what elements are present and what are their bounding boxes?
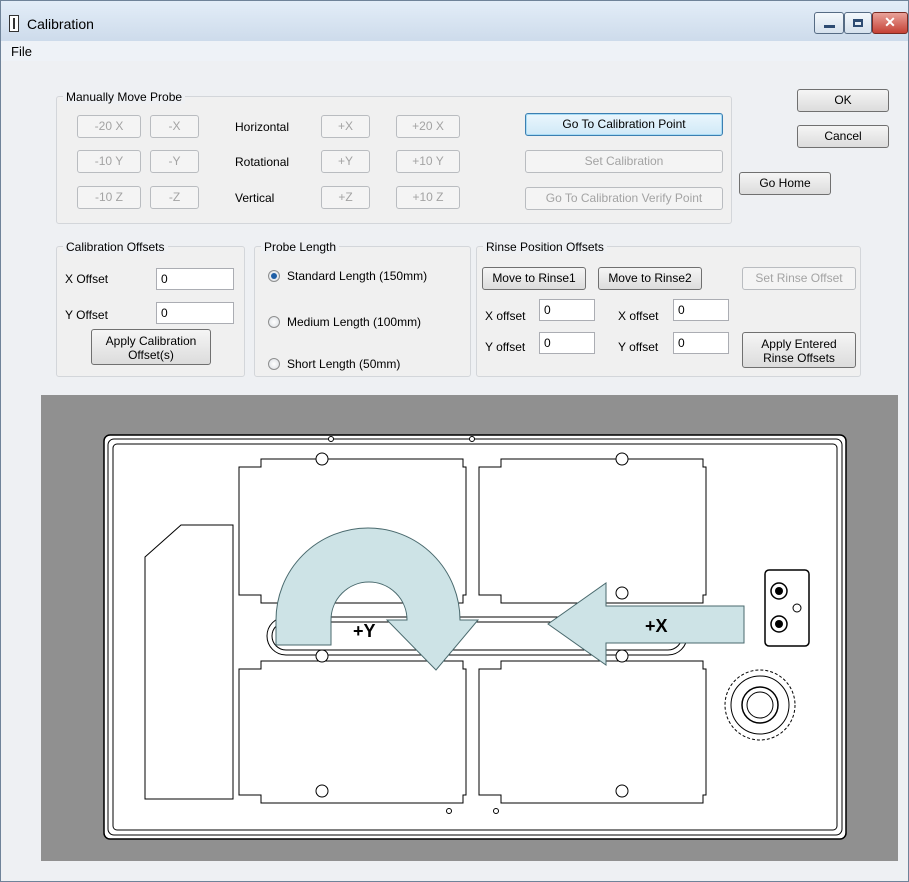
y-arrow-label: +Y bbox=[353, 621, 376, 641]
rinse1-x-offset-field[interactable] bbox=[539, 299, 595, 321]
rinse-port-block bbox=[764, 569, 810, 647]
go-home-button[interactable]: Go Home bbox=[739, 172, 831, 195]
go-to-calibration-point-button[interactable]: Go To Calibration Point bbox=[525, 113, 723, 136]
well-top-right bbox=[478, 458, 707, 604]
manual-move-legend: Manually Move Probe bbox=[63, 90, 186, 104]
close-icon: ✕ bbox=[884, 14, 896, 30]
locator-hole bbox=[315, 784, 329, 798]
title-bar[interactable]: Calibration ✕ bbox=[1, 1, 908, 41]
rinse-port-hole bbox=[792, 603, 802, 613]
apply-calibration-line1: Apply Calibration bbox=[105, 334, 197, 348]
radio-button-checked[interactable] bbox=[268, 270, 280, 282]
minus-20x-button[interactable]: -20 X bbox=[77, 115, 141, 138]
vertical-label: Vertical bbox=[235, 191, 275, 205]
edge-marker bbox=[446, 808, 452, 814]
apply-rinse-line1: Apply Entered bbox=[761, 337, 837, 351]
minimize-button[interactable] bbox=[814, 12, 844, 34]
close-button[interactable]: ✕ bbox=[872, 12, 908, 34]
set-rinse-offset-button[interactable]: Set Rinse Offset bbox=[742, 267, 856, 290]
minus-z-button[interactable]: -Z bbox=[150, 186, 199, 209]
minus-10y-button[interactable]: -10 Y bbox=[77, 150, 141, 173]
calibration-offsets-group: Calibration Offsets X Offset Y Offset Ap… bbox=[56, 240, 245, 377]
minus-10z-button[interactable]: -10 Z bbox=[77, 186, 141, 209]
probe-length-group: Probe Length Standard Length (150mm) Med… bbox=[254, 240, 471, 377]
rinse2-y-offset-field[interactable] bbox=[673, 332, 729, 354]
left-bay bbox=[144, 524, 234, 800]
rinse1-y-offset-label: Y offset bbox=[485, 340, 526, 354]
locator-hole bbox=[315, 452, 329, 466]
locator-hole bbox=[615, 649, 629, 663]
rinse2-y-offset-label: Y offset bbox=[618, 340, 659, 354]
horizontal-label: Horizontal bbox=[235, 120, 290, 134]
tray-diagram-panel: +Y +X bbox=[41, 395, 898, 861]
cancel-button[interactable]: Cancel bbox=[797, 125, 889, 148]
y-offset-label: Y Offset bbox=[65, 308, 108, 322]
plus-20x-button[interactable]: +20 X bbox=[396, 115, 460, 138]
edge-marker bbox=[469, 436, 475, 442]
short-length-label: Short Length (50mm) bbox=[287, 357, 401, 371]
set-calibration-button[interactable]: Set Calibration bbox=[525, 150, 723, 173]
rinse-offsets-group: Rinse Position Offsets Move to Rinse1 Mo… bbox=[476, 240, 861, 377]
x-arrow-label: +X bbox=[645, 616, 668, 636]
apply-calibration-offsets-button[interactable]: Apply Calibration Offset(s) bbox=[91, 329, 211, 365]
calibration-window: Calibration ✕ File Manually Move Probe -… bbox=[0, 0, 909, 882]
medium-length-label: Medium Length (100mm) bbox=[287, 315, 422, 329]
rotational-label: Rotational bbox=[235, 155, 290, 169]
maximize-button[interactable] bbox=[844, 12, 872, 34]
probe-length-legend: Probe Length bbox=[261, 240, 340, 254]
x-offset-field[interactable] bbox=[156, 268, 234, 290]
minus-y-button[interactable]: -Y bbox=[150, 150, 199, 173]
maximize-icon bbox=[853, 19, 863, 27]
move-to-rinse1-button[interactable]: Move to Rinse1 bbox=[482, 267, 586, 290]
apply-rinse-line2: Rinse Offsets bbox=[763, 351, 835, 365]
well-bottom-right bbox=[478, 660, 707, 804]
well-bottom-left bbox=[238, 660, 467, 804]
y-offset-field[interactable] bbox=[156, 302, 234, 324]
tray-diagram: +Y +X bbox=[103, 434, 847, 840]
main-content: Manually Move Probe -20 X -X Horizontal … bbox=[1, 61, 908, 881]
rinse1-x-offset-label: X offset bbox=[485, 309, 526, 323]
plus-x-button[interactable]: +X bbox=[321, 115, 370, 138]
ok-button[interactable]: OK bbox=[797, 89, 889, 112]
go-to-verify-point-button[interactable]: Go To Calibration Verify Point bbox=[525, 187, 723, 210]
rinse2-x-offset-label: X offset bbox=[618, 309, 659, 323]
rinse2-port-center bbox=[775, 620, 783, 628]
minus-x-button[interactable]: -X bbox=[150, 115, 199, 138]
radio-button[interactable] bbox=[268, 358, 280, 370]
move-to-rinse2-button[interactable]: Move to Rinse2 bbox=[598, 267, 702, 290]
locator-hole bbox=[615, 784, 629, 798]
rinse1-port-center bbox=[775, 587, 783, 595]
edge-marker bbox=[328, 436, 334, 442]
app-icon bbox=[9, 15, 19, 32]
minimize-icon bbox=[824, 25, 835, 28]
locator-hole bbox=[615, 452, 629, 466]
plus-z-button[interactable]: +Z bbox=[321, 186, 370, 209]
apply-calibration-line2: Offset(s) bbox=[128, 348, 174, 362]
menu-bar: File bbox=[1, 41, 908, 61]
home-well-center bbox=[746, 691, 774, 719]
menu-file[interactable]: File bbox=[11, 44, 32, 59]
rinse-offsets-legend: Rinse Position Offsets bbox=[483, 240, 607, 254]
calibration-offsets-legend: Calibration Offsets bbox=[63, 240, 168, 254]
window-title: Calibration bbox=[27, 16, 94, 32]
x-offset-label: X Offset bbox=[65, 272, 109, 286]
plus-10y-button[interactable]: +10 Y bbox=[396, 150, 460, 173]
locator-hole bbox=[615, 586, 629, 600]
rinse2-x-offset-field[interactable] bbox=[673, 299, 729, 321]
plus-10z-button[interactable]: +10 Z bbox=[396, 186, 460, 209]
rinse1-y-offset-field[interactable] bbox=[539, 332, 595, 354]
edge-marker bbox=[493, 808, 499, 814]
radio-button[interactable] bbox=[268, 316, 280, 328]
standard-length-label: Standard Length (150mm) bbox=[287, 269, 428, 283]
manual-move-group: Manually Move Probe -20 X -X Horizontal … bbox=[56, 90, 732, 224]
plus-y-button[interactable]: +Y bbox=[321, 150, 370, 173]
apply-rinse-offsets-button[interactable]: Apply Entered Rinse Offsets bbox=[742, 332, 856, 368]
locator-hole bbox=[315, 649, 329, 663]
